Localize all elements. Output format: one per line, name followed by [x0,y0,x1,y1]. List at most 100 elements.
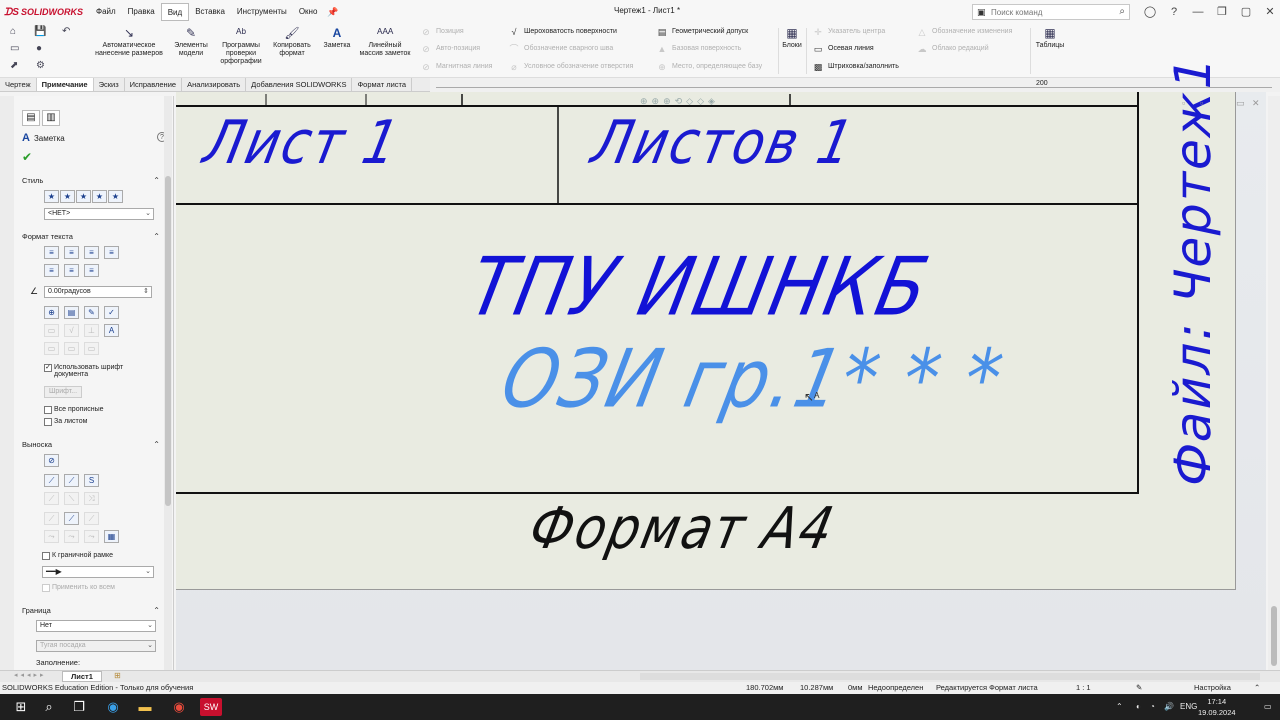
leader-attach-top-button[interactable]: ⤳ [44,530,59,543]
border-section-header[interactable]: Граница ⌃ [22,606,160,615]
search-icon[interactable]: ⌕ [1119,6,1125,17]
auto-balloon-button[interactable]: ⊘ Авто-позиция [420,42,480,56]
chevron-up-icon[interactable]: ⌃ [153,232,160,241]
linear-note-pattern-button[interactable]: ᴬᴬᴬ Линейный массив заметок [356,26,414,58]
insert-hole-callout-button[interactable]: ▭ [44,342,59,355]
magnetic-line-button[interactable]: ⊘ Магнитная линия [420,60,492,74]
sheet-scale[interactable]: 1 : 1 [1076,682,1091,694]
options-icon[interactable]: ⚙ [36,60,45,71]
center-mark-button[interactable]: ✛ Указатель центра [812,25,885,39]
rebuild-icon[interactable]: ✎ [1136,682,1142,694]
help-icon[interactable]: ? [1162,4,1186,20]
sheet-number-note[interactable]: Лист 1 [198,109,406,178]
tile-icon[interactable]: ▫ [1182,98,1185,108]
centerline-button[interactable]: ▭ Осевая линия [812,42,874,56]
align-right-button[interactable]: ≡ [84,246,99,259]
menu-view[interactable]: Вид [160,3,190,21]
edge-browser-icon[interactable]: ◉ [102,698,124,716]
format-painter-button[interactable]: 🖌 Копировать формат [268,26,316,58]
tab-drawing[interactable]: Чертеж [0,78,37,91]
leader-middle-button[interactable]: ⟋ [64,512,79,525]
font-button[interactable]: Шрифт... [44,386,82,398]
leader-bent-button[interactable]: ⟋ [64,474,79,487]
surface-finish-button[interactable]: √ Шероховатость поверхности [508,25,617,39]
tray-chevron-icon[interactable]: ⌃ [1116,694,1123,720]
style-section-header[interactable]: Стиль ⌃ [22,176,160,185]
graphics-area[interactable]: ⊕⊕⊕⟲◇◇◈ Лист 1 Листов 1 ТПУ ИШНКБ ОЗИ гр… [176,50,1266,670]
feature-tree-tab-icon[interactable]: ▤ [22,110,40,126]
system-clock[interactable]: 17:14 19.09.2024 [1198,696,1236,718]
auto-dimension-button[interactable]: ↘ Автоматическое нанесение размеров [92,26,166,58]
sheet-tab-1[interactable]: Лист1 [62,671,102,682]
arrow-style-select[interactable]: ━━▶ ⌄ [42,566,154,578]
command-search[interactable]: ▣ Поиск команд ⌕ [972,4,1130,20]
geometric-tolerance-button[interactable]: ▤ Геометрический допуск [656,25,748,39]
leader-nearest-button[interactable]: ⤨ [84,492,99,505]
save-icon[interactable]: 💾 [34,26,46,37]
note-button[interactable]: A Заметка [320,26,354,50]
network-icon[interactable]: ◔ [1150,694,1155,720]
lock-note-button[interactable]: ✓ [104,306,119,319]
menu-window[interactable]: Окно [293,3,324,21]
weld-symbol-button[interactable]: ⌒ Обозначение сварного шва [508,42,613,56]
task-view-icon[interactable]: ❐ [68,698,90,716]
file-name-note[interactable]: Файл: Чертеж1 [1164,50,1222,493]
delete-style-button[interactable]: ★ [76,190,91,203]
sheet-navigation-arrows[interactable]: ◂◂◂▸▸ [14,671,47,679]
window-close-icon[interactable]: ✕ [1252,98,1260,109]
insert-table-button[interactable]: ▭ [84,342,99,355]
leader-section-header[interactable]: Выноска ⌃ [22,440,160,449]
user-icon[interactable]: ◯ [1138,4,1162,20]
tray-app-icon[interactable]: ◐ [1136,694,1141,720]
sheet-count-note[interactable]: Листов 1 [586,109,861,178]
leader-spline-button[interactable]: S [84,474,99,487]
hole-callout-button[interactable]: ⌀ Условное обозначение отверстия [508,60,633,74]
datum-feature-button[interactable]: ▲ Базовая поверхность [656,42,742,56]
model-items-button[interactable]: ✎ Элементы модели [170,26,212,58]
insert-weld-button[interactable]: ▭ [64,342,79,355]
to-border-checkbox[interactable]: К граничной рамке [42,552,113,560]
text-format-section-header[interactable]: Формат текста ⌃ [22,232,160,241]
window-maximize-icon[interactable]: ▭ [1236,98,1245,109]
panel-scrollbar[interactable] [164,96,172,670]
align-bottom-button[interactable]: ≡ [84,264,99,277]
leader-attach-bot-button[interactable]: ⤳ [84,530,99,543]
panel-scroll-thumb[interactable] [165,176,171,506]
apply-style-button[interactable]: ★ [44,190,59,203]
revision-symbol-button[interactable]: △ Обозначение изменения [916,25,1013,39]
language-indicator[interactable]: ENG [1180,694,1197,720]
spinner-icon[interactable]: ⇕ [143,287,149,297]
menu-insert[interactable]: Вставка [189,3,231,21]
insert-gtol-button[interactable]: ▭ [44,324,59,337]
leader-top-button[interactable]: ⟋ [44,512,59,525]
close-icon[interactable]: ✕ [1258,4,1280,20]
undo-icon[interactable]: ↶ [62,26,70,37]
heads-up-view-toolbar[interactable]: ⊕⊕⊕⟲◇◇◈ [640,96,719,107]
revision-cloud-button[interactable]: ☁ Облако редакций [916,42,989,56]
units-settings[interactable]: Настройка [1194,682,1231,694]
chevron-up-icon[interactable]: ⌃ [153,606,160,615]
link-to-property-button[interactable]: ▤ [64,306,79,319]
drawing-sheet[interactable]: ⊕⊕⊕⟲◇◇◈ Лист 1 Листов 1 ТПУ ИШНКБ ОЗИ гр… [176,50,1236,590]
use-doc-font-checkbox[interactable]: ✓ Использовать шрифт документа [44,364,144,378]
solidworks-taskbar-icon[interactable]: SW [200,698,222,716]
align-top-button[interactable]: ≡ [44,264,59,277]
add-sheet-icon[interactable]: ⊞ [114,671,121,680]
tab-annotation[interactable]: Примечание [36,78,94,91]
vertical-scroll-thumb[interactable] [1271,606,1277,666]
leader-left-button[interactable]: ⟋ [44,492,59,505]
file-explorer-icon[interactable]: ▬ [134,698,156,716]
ok-checkmark-icon[interactable]: ✔ [22,150,32,164]
insert-hyperlink-button[interactable]: ⊕ [44,306,59,319]
leader-bottom-button[interactable]: ⟋ [84,512,99,525]
restore-icon[interactable]: ❐ [1210,4,1234,20]
border-fit-select[interactable]: Тугая посадка ⌄ [36,640,156,652]
group-note-selected[interactable]: ОЗИ гр.1* * * [494,332,1012,426]
datum-target-button[interactable]: ⊕ Место, определяющее базу [656,60,762,74]
all-caps-checkbox[interactable]: Все прописные [44,406,104,414]
apply-all-checkbox[interactable]: Применить ко всем [42,584,115,592]
balloon-button[interactable]: ⊘ Позиция [420,25,463,39]
add-style-button[interactable]: ★ [60,190,75,203]
traffic-light-icon[interactable]: ● [36,43,42,54]
hatch-fill-button[interactable]: ▩ Штриховка/заполнить [812,60,899,74]
